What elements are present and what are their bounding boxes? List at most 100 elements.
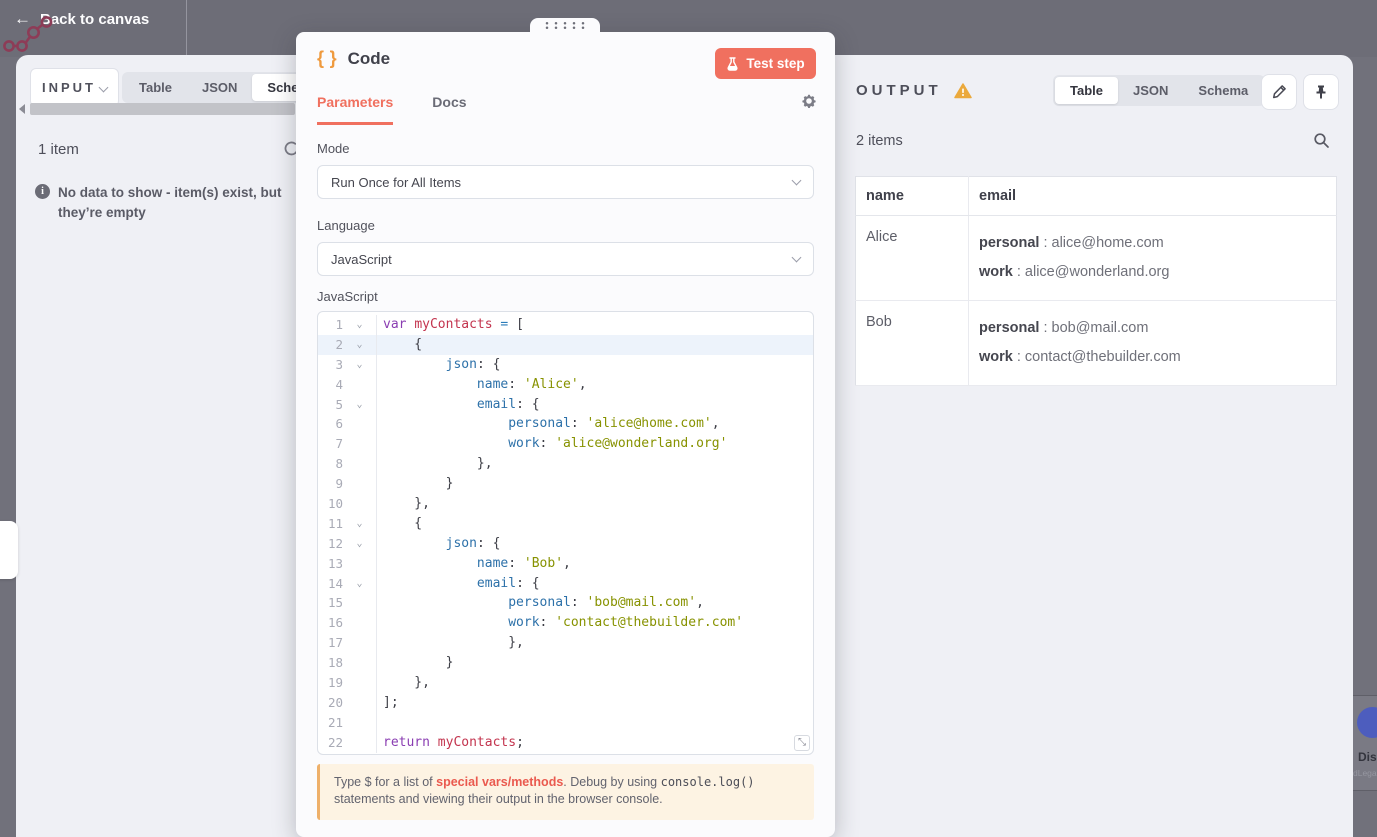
- code-line[interactable]: 12 ⌄ json: {: [318, 533, 813, 554]
- fold-chevron-icon[interactable]: ⌄: [343, 573, 377, 594]
- output-table: name email Alice personal : alice@home.co…: [855, 176, 1337, 386]
- table-row[interactable]: Alice personal : alice@home.com work : ali…: [855, 215, 1337, 301]
- output-table-body: Alice personal : alice@home.com work : ali…: [855, 215, 1337, 386]
- code-text: json: {: [445, 535, 501, 551]
- code-editor[interactable]: 1 ⌄ var myContacts = [2 ⌄ {3 ⌄ json: {4 name…: [317, 311, 814, 755]
- mode-label: Mode: [317, 141, 350, 156]
- fold-chevron-icon[interactable]: ⌄: [343, 533, 377, 554]
- code-text: {: [383, 336, 423, 352]
- fold-gutter: [343, 673, 377, 693]
- modal-drag-handle[interactable]: [530, 18, 600, 33]
- input-panel-title: INPUT: [42, 80, 96, 95]
- code-line[interactable]: 19 },: [318, 673, 813, 693]
- line-number: 7: [335, 436, 343, 452]
- special-vars-link[interactable]: special vars/methods: [436, 775, 563, 789]
- background-subtext-fragment: dLega: [1353, 768, 1377, 778]
- input-selector[interactable]: INPUT: [30, 68, 119, 107]
- output-items-count: 2 items: [856, 133, 903, 149]
- code-line[interactable]: 16 work: 'contact@thebuilder.com': [318, 613, 813, 634]
- line-number: 5: [335, 396, 343, 412]
- fold-chevron-icon[interactable]: ⌄: [343, 513, 377, 534]
- pin-icon: [1313, 84, 1329, 100]
- line-number: 6: [335, 416, 343, 432]
- chevron-down-icon: [791, 175, 802, 186]
- table-row[interactable]: Bob personal : bob@mail.com work : contact…: [855, 300, 1337, 386]
- fold-chevron-icon[interactable]: ⌄: [343, 394, 377, 415]
- code-braces-icon: { }: [317, 48, 338, 68]
- input-tab-json[interactable]: JSON: [187, 74, 252, 101]
- code-line[interactable]: 17 },: [318, 633, 813, 654]
- code-line[interactable]: 15 personal: 'bob@mail.com',: [318, 593, 813, 614]
- output-tab-schema[interactable]: Schema: [1183, 77, 1263, 104]
- line-number: 3: [335, 356, 343, 372]
- mode-value: Run Once for All Items: [331, 174, 462, 190]
- line-number: 10: [327, 496, 343, 512]
- fold-gutter: [343, 633, 377, 654]
- test-step-label: Test step: [746, 56, 805, 71]
- line-number: 14: [327, 575, 343, 591]
- flask-icon: [726, 56, 739, 71]
- info-icon: i: [35, 184, 50, 199]
- code-line[interactable]: 9 }: [318, 474, 813, 495]
- code-line[interactable]: 21: [318, 712, 813, 733]
- output-tab-table[interactable]: Table: [1055, 77, 1118, 104]
- scroll-left-arrow-icon[interactable]: [19, 104, 25, 114]
- output-tab-json[interactable]: JSON: [1118, 77, 1183, 104]
- fold-gutter: [343, 374, 377, 395]
- code-text: email: {: [476, 575, 540, 591]
- fold-chevron-icon[interactable]: ⌄: [343, 315, 377, 335]
- code-line[interactable]: 22 return myContacts;: [318, 732, 813, 753]
- code-line[interactable]: 20];: [318, 692, 813, 713]
- pin-data-button[interactable]: [1303, 74, 1339, 110]
- tab-parameters[interactable]: Parameters: [317, 94, 394, 125]
- edit-output-button[interactable]: [1261, 74, 1297, 110]
- mode-select[interactable]: Run Once for All Items: [317, 165, 814, 199]
- line-number: 13: [327, 555, 343, 571]
- node-settings-gear-icon[interactable]: [801, 93, 817, 109]
- code-line[interactable]: 6 personal: 'alice@home.com',: [318, 414, 813, 435]
- language-label: Language: [317, 218, 375, 233]
- code-text: },: [383, 456, 493, 472]
- language-value: JavaScript: [331, 251, 392, 267]
- code-text: personal: 'bob@mail.com',: [508, 595, 704, 611]
- fold-chevron-icon[interactable]: ⌄: [343, 354, 377, 375]
- editor-resize-handle[interactable]: ⤡: [794, 735, 810, 751]
- code-line[interactable]: 8 },: [318, 454, 813, 475]
- code-line[interactable]: 1 ⌄ var myContacts = [: [318, 315, 813, 335]
- code-line[interactable]: 11 ⌄ {: [318, 513, 813, 534]
- code-line[interactable]: 14 ⌄ email: {: [318, 573, 813, 594]
- warning-icon: [953, 82, 972, 99]
- search-icon[interactable]: [1313, 132, 1330, 149]
- code-line[interactable]: 10 },: [318, 494, 813, 514]
- language-select[interactable]: JavaScript: [317, 242, 814, 276]
- code-text: }: [383, 655, 454, 671]
- code-text: var myContacts = [: [383, 317, 524, 332]
- code-line[interactable]: 2 ⌄ {: [318, 334, 813, 355]
- fold-gutter: [343, 653, 377, 674]
- tab-docs[interactable]: Docs: [432, 94, 466, 125]
- modal-header: { } Code: [317, 48, 390, 69]
- output-column-name[interactable]: name: [855, 176, 969, 216]
- drag-dots-icon: [545, 21, 585, 30]
- test-step-button[interactable]: Test step: [715, 48, 816, 79]
- horizontal-scrollbar[interactable]: [30, 103, 295, 115]
- code-text: personal: 'alice@home.com',: [508, 416, 720, 432]
- left-panel-handle[interactable]: [0, 521, 18, 579]
- code-line[interactable]: 3 ⌄ json: {: [318, 354, 813, 375]
- input-empty-notice: i No data to show - item(s) exist, but t…: [35, 183, 297, 224]
- input-tab-table[interactable]: Table: [124, 74, 187, 101]
- code-text: json: {: [445, 356, 501, 372]
- fold-gutter: [343, 613, 377, 634]
- code-line[interactable]: 4 name: 'Alice',: [318, 374, 813, 395]
- code-line[interactable]: 13 name: 'Bob',: [318, 553, 813, 574]
- chevron-down-icon: [98, 82, 109, 93]
- code-line[interactable]: 18 }: [318, 653, 813, 674]
- code-text: name: 'Alice',: [476, 376, 587, 392]
- input-items-count: 1 item: [38, 141, 79, 158]
- fold-chevron-icon[interactable]: ⌄: [343, 334, 377, 355]
- code-line[interactable]: 7 work: 'alice@wonderland.org': [318, 434, 813, 455]
- code-line[interactable]: 5 ⌄ email: {: [318, 394, 813, 415]
- output-column-email[interactable]: email: [968, 176, 1337, 216]
- code-text: }: [383, 476, 454, 492]
